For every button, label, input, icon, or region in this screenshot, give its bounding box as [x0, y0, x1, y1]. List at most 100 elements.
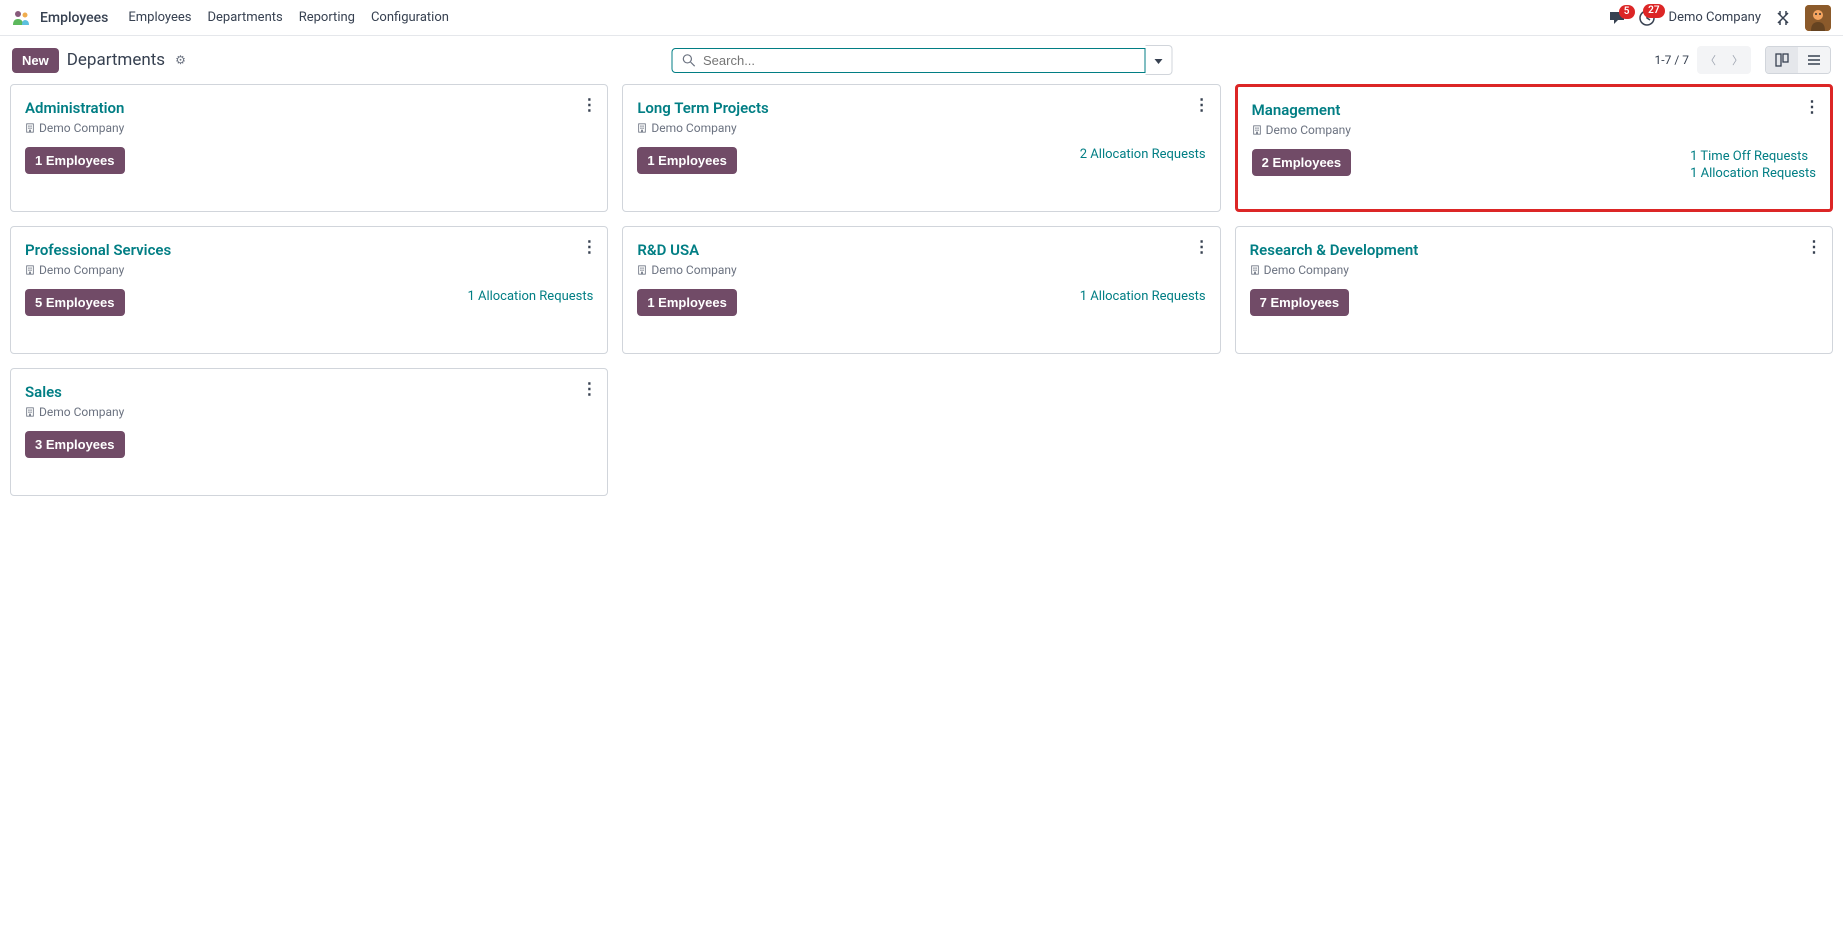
department-card[interactable]: ⋮Sales Demo Company 3 Employees — [10, 368, 608, 496]
nav-menu-departments[interactable]: Departments — [208, 10, 283, 25]
card-body: 1 Employees — [25, 147, 593, 174]
building-icon — [25, 407, 35, 417]
building-icon — [1252, 125, 1262, 135]
department-company: Demo Company — [25, 263, 593, 277]
card-links: 1 Time Off Requests 1 Allocation Requests — [1690, 149, 1816, 181]
department-card[interactable]: ⋮Research & Development Demo Company 7 Emp… — [1235, 226, 1833, 354]
new-button[interactable]: New — [12, 48, 59, 73]
department-company-label: Demo Company — [1264, 263, 1349, 277]
department-company: Demo Company — [25, 121, 593, 135]
nav-menu: Employees Departments Reporting Configur… — [128, 10, 449, 25]
department-company-label: Demo Company — [39, 263, 124, 277]
search-input[interactable] — [703, 53, 1134, 68]
card-body: 3 Employees — [25, 431, 593, 458]
card-request-link[interactable]: 1 Time Off Requests — [1690, 149, 1808, 164]
card-request-link[interactable]: 1 Allocation Requests — [1080, 289, 1206, 304]
card-request-link[interactable]: 1 Allocation Requests — [1690, 166, 1816, 181]
department-title[interactable]: Long Term Projects — [637, 99, 1205, 117]
breadcrumb: Departments — [67, 50, 165, 70]
department-card[interactable]: ⋮Long Term Projects Demo Company 1 Employe… — [622, 84, 1220, 212]
list-view-button[interactable] — [1798, 47, 1830, 73]
card-links: 1 Allocation Requests — [467, 289, 593, 304]
department-company: Demo Company — [637, 121, 1205, 135]
gear-icon[interactable]: ⚙ — [175, 53, 186, 67]
card-menu-icon[interactable]: ⋮ — [1194, 95, 1210, 114]
nav-menu-reporting[interactable]: Reporting — [299, 10, 355, 25]
pager-buttons: 〈 〉 — [1697, 46, 1751, 74]
employees-button[interactable]: 1 Employees — [637, 147, 737, 174]
user-avatar[interactable] — [1805, 5, 1831, 31]
kanban-icon — [1775, 53, 1789, 67]
card-links: 2 Allocation Requests — [1080, 147, 1206, 162]
employees-button[interactable]: 1 Employees — [637, 289, 737, 316]
search-container — [671, 45, 1172, 75]
search-dropdown-toggle[interactable] — [1145, 45, 1172, 75]
building-icon — [25, 265, 35, 275]
card-body: 1 Employees 2 Allocation Requests — [637, 147, 1205, 174]
employees-button[interactable]: 2 Employees — [1252, 149, 1352, 176]
department-title[interactable]: Sales — [25, 383, 593, 401]
card-links: 1 Allocation Requests — [1080, 289, 1206, 304]
kanban-container: ⋮AdministrationDemo Company1 Employees⋮L… — [0, 84, 1843, 506]
department-card[interactable]: ⋮Management Demo Company 2 Employees 1 Time… — [1235, 84, 1833, 212]
employees-button[interactable]: 3 Employees — [25, 431, 125, 458]
search-icon — [682, 54, 695, 67]
pager-section: 1-7 / 7 〈 〉 — [1655, 46, 1831, 74]
department-card[interactable]: ⋮R&D USA Demo Company 1 Employees 1 Allocat… — [622, 226, 1220, 354]
card-menu-icon[interactable]: ⋮ — [581, 237, 597, 256]
department-company-label: Demo Company — [1266, 123, 1351, 137]
nav-menu-employees[interactable]: Employees — [128, 10, 191, 25]
card-menu-icon[interactable]: ⋮ — [581, 379, 597, 398]
control-bar: New Departments ⚙ 1-7 / 7 〈 〉 — [0, 36, 1843, 84]
pager-prev-button[interactable]: 〈 — [1697, 46, 1724, 74]
department-company: Demo Company — [1252, 123, 1816, 137]
list-icon — [1807, 53, 1821, 67]
debug-icon[interactable] — [1775, 10, 1791, 26]
department-card[interactable]: ⋮Administration Demo Company 1 Employees — [10, 84, 608, 212]
building-icon — [637, 265, 647, 275]
pager-counter[interactable]: 1-7 / 7 — [1655, 53, 1689, 67]
top-navbar: Employees Employees Departments Reportin… — [0, 0, 1843, 36]
department-title[interactable]: Research & Development — [1250, 241, 1818, 259]
nav-right: 5 27 Demo Company — [1609, 5, 1831, 31]
caret-down-icon — [1154, 59, 1162, 64]
employees-button[interactable]: 1 Employees — [25, 147, 125, 174]
card-request-link[interactable]: 2 Allocation Requests — [1080, 147, 1206, 162]
company-switcher[interactable]: Demo Company — [1669, 10, 1761, 25]
department-company-label: Demo Company — [39, 405, 124, 419]
activity-icon[interactable]: 27 — [1639, 10, 1655, 26]
department-company-label: Demo Company — [39, 121, 124, 135]
messaging-icon[interactable]: 5 — [1609, 11, 1625, 25]
activity-badge: 27 — [1643, 4, 1664, 18]
employees-button[interactable]: 7 Employees — [1250, 289, 1350, 316]
card-body: 7 Employees — [1250, 289, 1818, 316]
app-title[interactable]: Employees — [40, 10, 108, 26]
department-title[interactable]: Management — [1252, 101, 1816, 119]
pager-next-button[interactable]: 〉 — [1724, 46, 1751, 74]
department-title[interactable]: Administration — [25, 99, 593, 117]
building-icon — [25, 123, 35, 133]
card-body: 5 Employees 1 Allocation Requests — [25, 289, 593, 316]
card-menu-icon[interactable]: ⋮ — [1806, 237, 1822, 256]
department-title[interactable]: R&D USA — [637, 241, 1205, 259]
card-body: 2 Employees 1 Time Off Requests 1 Allocati… — [1252, 149, 1816, 181]
department-company: Demo Company — [1250, 263, 1818, 277]
department-company-label: Demo Company — [651, 121, 736, 135]
app-icon — [12, 8, 32, 28]
messaging-badge: 5 — [1619, 5, 1635, 19]
department-company: Demo Company — [25, 405, 593, 419]
kanban-view-button[interactable] — [1766, 47, 1798, 73]
employees-button[interactable]: 5 Employees — [25, 289, 125, 316]
building-icon — [1250, 265, 1260, 275]
view-switcher — [1765, 46, 1831, 74]
card-menu-icon[interactable]: ⋮ — [1804, 97, 1820, 116]
card-request-link[interactable]: 1 Allocation Requests — [467, 289, 593, 304]
search-box[interactable] — [671, 48, 1145, 73]
department-company: Demo Company — [637, 263, 1205, 277]
building-icon — [637, 123, 647, 133]
department-title[interactable]: Professional Services — [25, 241, 593, 259]
card-menu-icon[interactable]: ⋮ — [1194, 237, 1210, 256]
card-menu-icon[interactable]: ⋮ — [581, 95, 597, 114]
department-card[interactable]: ⋮Professional Services Demo Company 5 Empl… — [10, 226, 608, 354]
nav-menu-configuration[interactable]: Configuration — [371, 10, 449, 25]
